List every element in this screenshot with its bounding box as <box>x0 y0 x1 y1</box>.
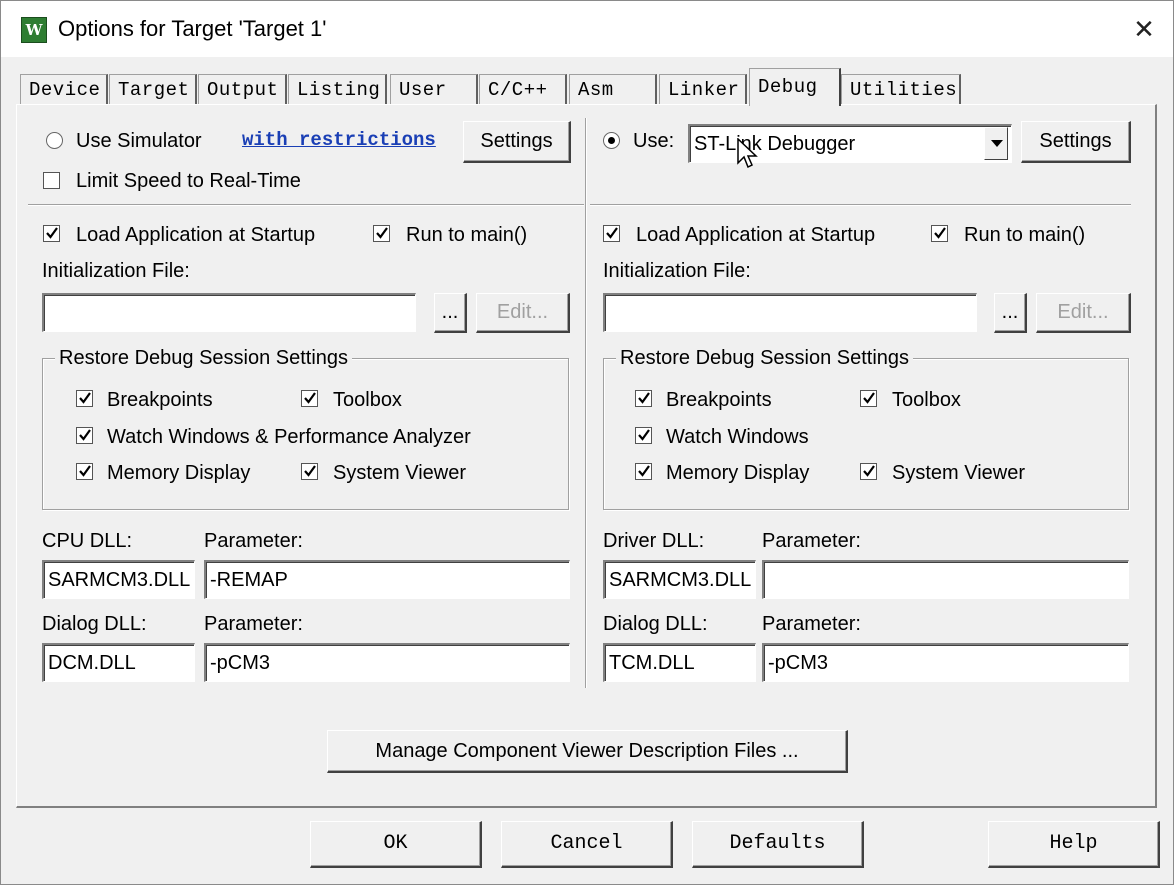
right-run-to-main-label: Run to main() <box>964 224 1086 246</box>
left-toolbox-checkbox[interactable] <box>301 390 318 407</box>
right-load-app-checkbox[interactable] <box>603 225 620 242</box>
use-debugger-radio[interactable] <box>603 132 620 149</box>
right-memory-label: Memory Display <box>666 462 810 484</box>
right-watch-label: Watch Windows <box>666 426 809 448</box>
tab-utilities[interactable]: Utilities <box>841 74 961 104</box>
driver-dll-label: Driver DLL: <box>603 530 705 552</box>
left-memory-checkbox[interactable] <box>76 463 93 480</box>
left-run-to-main-label: Run to main() <box>406 224 528 246</box>
left-breakpoints-label: Breakpoints <box>107 389 213 411</box>
right-run-to-main-checkbox[interactable] <box>931 225 948 242</box>
right-dialog-dll-label: Dialog DLL: <box>603 613 708 635</box>
tab-linker[interactable]: Linker <box>659 74 747 104</box>
close-icon[interactable]: ✕ <box>1126 11 1162 47</box>
cpu-dll-label: CPU DLL: <box>42 530 133 552</box>
mouse-cursor-icon <box>737 138 758 169</box>
chevron-down-icon[interactable] <box>984 127 1008 160</box>
tab-listing[interactable]: Listing <box>288 74 387 104</box>
left-edit-button[interactable]: Edit... <box>476 293 570 333</box>
right-init-file-label: Initialization File: <box>603 260 751 282</box>
right-init-file-input[interactable] <box>603 293 977 332</box>
tab-debug[interactable]: Debug <box>749 68 841 106</box>
left-load-app-label: Load Application at Startup <box>76 224 316 246</box>
simulator-settings-button[interactable]: Settings <box>463 121 571 163</box>
use-label: Use: <box>633 130 675 152</box>
right-parameter-label-1: Parameter: <box>762 530 861 552</box>
manage-component-viewer-button[interactable]: Manage Component Viewer Description File… <box>327 730 848 773</box>
window-title: Options for Target 'Target 1' <box>58 16 327 41</box>
left-run-to-main-checkbox[interactable] <box>373 225 390 242</box>
left-browse-button[interactable]: ... <box>434 293 467 333</box>
right-system-viewer-checkbox[interactable] <box>860 463 877 480</box>
left-system-viewer-label: System Viewer <box>333 462 467 484</box>
tab-user[interactable]: User <box>390 74 478 104</box>
tab-target[interactable]: Target <box>109 74 197 104</box>
keil-uvision-icon: W <box>21 17 47 43</box>
right-memory-checkbox[interactable] <box>635 463 652 480</box>
right-breakpoints-label: Breakpoints <box>666 389 772 411</box>
left-init-file-input[interactable] <box>42 293 416 332</box>
left-dialog-dll-input[interactable]: DCM.DLL <box>42 643 195 682</box>
right-load-app-label: Load Application at Startup <box>636 224 876 246</box>
cancel-button[interactable]: Cancel <box>501 821 673 868</box>
left-watch-checkbox[interactable] <box>76 427 93 444</box>
left-dialog-parameter-input[interactable]: -pCM3 <box>204 643 570 682</box>
right-edit-button[interactable]: Edit... <box>1036 293 1131 333</box>
column-divider <box>585 118 587 688</box>
tab-device[interactable]: Device <box>20 74 108 104</box>
left-parameter-label-1: Parameter: <box>204 530 303 552</box>
cpu-dll-input[interactable]: SARMCM3.DLL <box>42 560 195 599</box>
right-toolbox-checkbox[interactable] <box>860 390 877 407</box>
with-restrictions-link[interactable]: with restrictions <box>242 129 436 151</box>
driver-dll-input[interactable]: SARMCM3.DLL <box>603 560 756 599</box>
right-parameter-label-2: Parameter: <box>762 613 861 635</box>
right-watch-checkbox[interactable] <box>635 427 652 444</box>
defaults-button[interactable]: Defaults <box>692 821 864 868</box>
right-restore-settings-title: Restore Debug Session Settings <box>616 347 914 370</box>
tab-output[interactable]: Output <box>198 74 287 104</box>
left-system-viewer-checkbox[interactable] <box>301 463 318 480</box>
limit-speed-checkbox[interactable] <box>43 172 60 189</box>
right-dialog-parameter-input[interactable]: -pCM3 <box>762 643 1129 682</box>
use-simulator-radio[interactable] <box>46 132 63 149</box>
left-memory-label: Memory Display <box>107 462 251 484</box>
left-dialog-dll-label: Dialog DLL: <box>42 613 147 635</box>
tab-asm[interactable]: Asm <box>569 74 657 104</box>
left-separator <box>28 204 584 206</box>
driver-parameter-input[interactable] <box>762 560 1129 599</box>
cpu-parameter-input[interactable]: -REMAP <box>204 560 570 599</box>
left-watch-label: Watch Windows & Performance Analyzer <box>107 426 471 448</box>
help-button[interactable]: Help <box>988 821 1160 868</box>
debugger-settings-button[interactable]: Settings <box>1021 121 1131 163</box>
tab-cc[interactable]: C/C++ <box>479 74 567 104</box>
right-separator <box>590 204 1131 206</box>
right-system-viewer-label: System Viewer <box>892 462 1026 484</box>
title-bar: W Options for Target 'Target 1' ✕ <box>1 1 1173 57</box>
left-init-file-label: Initialization File: <box>42 260 190 282</box>
left-toolbox-label: Toolbox <box>333 389 402 411</box>
limit-speed-label: Limit Speed to Real-Time <box>76 170 301 192</box>
left-load-app-checkbox[interactable] <box>43 225 60 242</box>
right-breakpoints-checkbox[interactable] <box>635 390 652 407</box>
right-browse-button[interactable]: ... <box>994 293 1027 333</box>
ok-button[interactable]: OK <box>310 821 482 868</box>
left-breakpoints-checkbox[interactable] <box>76 390 93 407</box>
right-toolbox-label: Toolbox <box>892 389 961 411</box>
left-parameter-label-2: Parameter: <box>204 613 303 635</box>
left-restore-settings-title: Restore Debug Session Settings <box>55 347 353 370</box>
use-simulator-label: Use Simulator <box>76 130 202 152</box>
right-dialog-dll-input[interactable]: TCM.DLL <box>603 643 756 682</box>
